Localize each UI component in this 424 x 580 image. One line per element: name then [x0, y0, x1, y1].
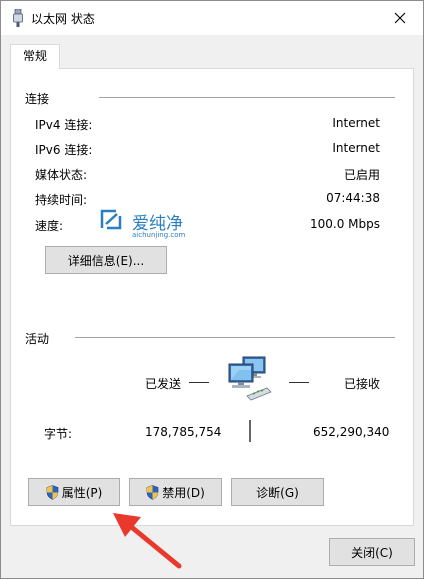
sent-line [189, 382, 209, 383]
bytes-divider [249, 420, 251, 442]
disable-button-label: 禁用(D) [162, 485, 205, 500]
details-button[interactable]: 详细信息(E)... [45, 246, 167, 274]
disable-button[interactable]: 禁用(D) [129, 478, 222, 506]
ipv4-value: Internet [332, 116, 380, 130]
activity-divider [75, 337, 395, 338]
tab-panel-general [10, 68, 414, 526]
diagnose-button[interactable]: 诊断(G) [231, 478, 324, 506]
watermark-url: aichunjing.com [132, 231, 186, 239]
media-state-value: 已启用 [343, 168, 380, 182]
ipv6-label: IPv6 连接: [35, 143, 93, 157]
received-line [289, 382, 309, 383]
properties-button[interactable]: 属性(P) [28, 478, 120, 506]
speed-label: 速度: [35, 219, 64, 233]
sent-label: 已发送 [145, 375, 182, 392]
close-icon [394, 12, 406, 24]
speed-value: 100.0 Mbps [309, 217, 380, 231]
close-button[interactable]: 关闭(C) [329, 538, 415, 566]
activity-group-header: 活动 [25, 330, 50, 347]
close-window-button[interactable] [377, 1, 423, 35]
connection-group-header: 连接 [25, 90, 50, 107]
title-bar: 以太网 状态 [1, 1, 423, 35]
received-label: 已接收 [344, 375, 381, 392]
ethernet-plug-icon [13, 9, 23, 27]
media-state-label: 媒体状态: [35, 168, 88, 182]
bytes-label: 字节: [44, 425, 73, 442]
uac-shield-icon [46, 484, 58, 500]
watermark-logo-icon [100, 209, 122, 230]
bytes-sent-value: 178,785,754 [145, 425, 222, 439]
network-computers-icon [228, 356, 272, 401]
connection-divider [99, 97, 395, 98]
uac-shield-icon [146, 484, 159, 500]
ipv6-value: Internet [332, 141, 380, 155]
duration-value: 07:44:38 [326, 191, 380, 205]
window-title: 以太网 状态 [31, 12, 95, 26]
ipv4-label: IPv4 连接: [35, 118, 93, 132]
duration-label: 持续时间: [35, 193, 88, 207]
tab-general[interactable]: 常规 [10, 44, 60, 69]
ethernet-status-window: 以太网 状态 常规 连接 IPv4 连接: Internet IPv6 连接: … [0, 0, 424, 579]
properties-button-label: 属性(P) [61, 485, 103, 500]
bytes-received-value: 652,290,340 [313, 425, 390, 439]
